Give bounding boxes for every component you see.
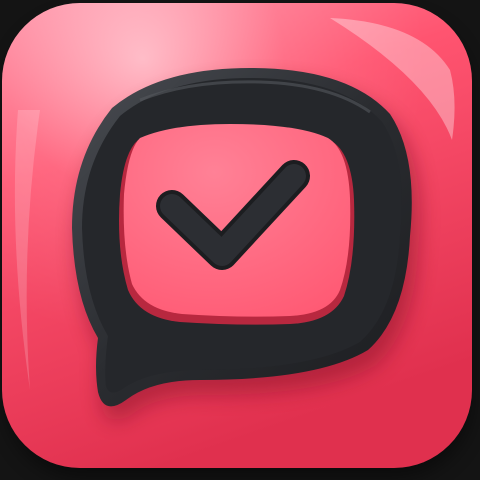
chat-check-app-icon xyxy=(2,3,472,478)
icon-canvas xyxy=(0,0,480,480)
